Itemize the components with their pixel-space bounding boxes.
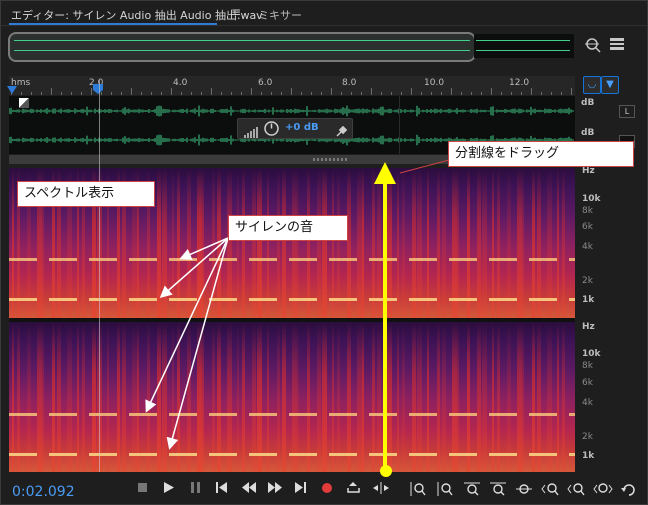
zoom-selection-icon[interactable] [593, 482, 613, 499]
skip-to-end-icon[interactable] [292, 482, 310, 496]
timecode-display[interactable]: 0:02.092 [12, 484, 75, 500]
play-icon[interactable] [160, 482, 178, 496]
rewind-icon[interactable] [240, 482, 258, 496]
fast-forward-icon[interactable] [266, 482, 284, 496]
siren-arrow [179, 237, 229, 260]
zoom-in-amplitude-icon[interactable] [409, 482, 427, 499]
callout-siren: サイレンの音 [228, 215, 348, 241]
record-icon[interactable] [318, 482, 336, 496]
yellow-arrow-head [374, 162, 396, 184]
skip-silence-icon[interactable] [372, 482, 390, 497]
zoom-out-point-icon[interactable] [567, 482, 585, 499]
zoom-out-full-icon[interactable] [515, 482, 533, 499]
callout-leader [399, 159, 450, 174]
zoom-reset-icon[interactable] [620, 482, 638, 501]
pause-icon[interactable] [187, 482, 205, 496]
zoom-in-time-icon[interactable] [463, 482, 481, 499]
callout-spectral-view: スペクトル表示 [17, 181, 155, 207]
skip-to-start-icon[interactable] [213, 482, 231, 496]
loop-playback-icon[interactable] [345, 482, 363, 497]
stop-icon[interactable] [134, 482, 152, 496]
zoom-in-point-icon[interactable] [541, 482, 559, 499]
siren-arrow [159, 237, 229, 298]
yellow-arrow-origin [380, 465, 392, 477]
annotation-arrows [145, 159, 450, 477]
zoom-out-amplitude-icon[interactable] [436, 482, 454, 499]
callout-divider: 分割線をドラッグ [448, 141, 634, 167]
zoom-out-time-icon[interactable] [489, 482, 507, 499]
